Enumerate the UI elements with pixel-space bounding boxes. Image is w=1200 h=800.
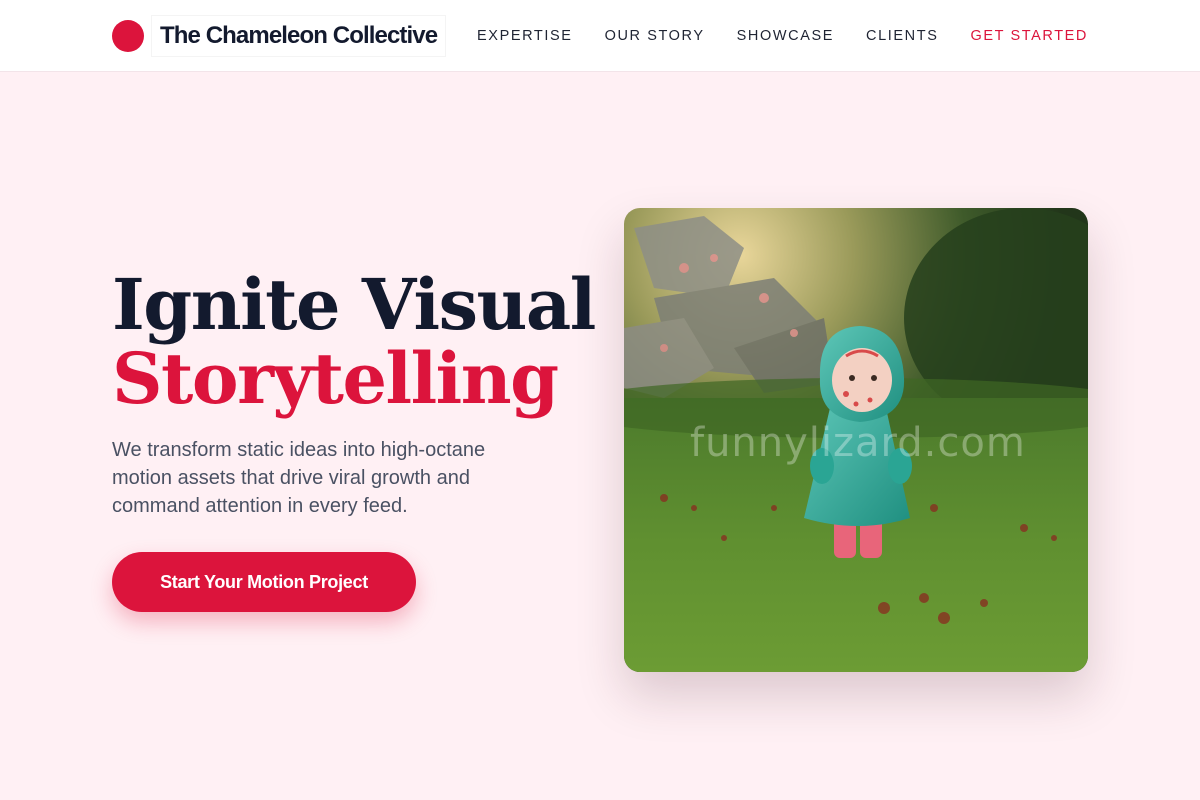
figurine-photo <box>624 208 1088 672</box>
site-header: The Chameleon Collective EXPERTISE OUR S… <box>0 0 1200 72</box>
main-nav: EXPERTISE OUR STORY SHOWCASE CLIENTS GET… <box>477 0 1088 72</box>
brand[interactable]: The Chameleon Collective <box>112 16 446 56</box>
brand-name: The Chameleon Collective <box>152 16 446 56</box>
nav-link-our-story[interactable]: OUR STORY <box>605 28 705 44</box>
nav-link-showcase[interactable]: SHOWCASE <box>737 28 834 44</box>
hero-image <box>624 208 1088 672</box>
hero-title-line2: Storytelling <box>112 337 559 420</box>
nav-link-clients[interactable]: CLIENTS <box>866 28 938 44</box>
start-project-button[interactable]: Start Your Motion Project <box>112 552 416 612</box>
hero-title-line1: Ignite Visual <box>112 263 596 346</box>
hero-description: We transform static ideas into high-octa… <box>112 439 486 517</box>
hero-title: Ignite Visual Storytelling <box>112 263 596 420</box>
nav-link-expertise[interactable]: EXPERTISE <box>477 28 573 44</box>
brand-logo-dot <box>112 20 144 52</box>
nav-link-get-started[interactable]: GET STARTED <box>970 28 1088 44</box>
